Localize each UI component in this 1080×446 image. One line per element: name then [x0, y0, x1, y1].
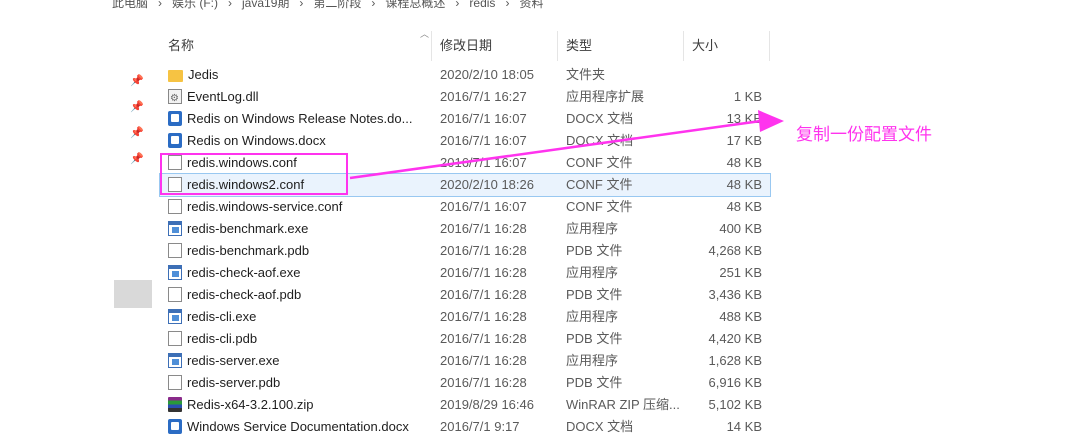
annotation-label: 复制一份配置文件	[796, 125, 932, 144]
annotation-arrow	[349, 110, 784, 180]
